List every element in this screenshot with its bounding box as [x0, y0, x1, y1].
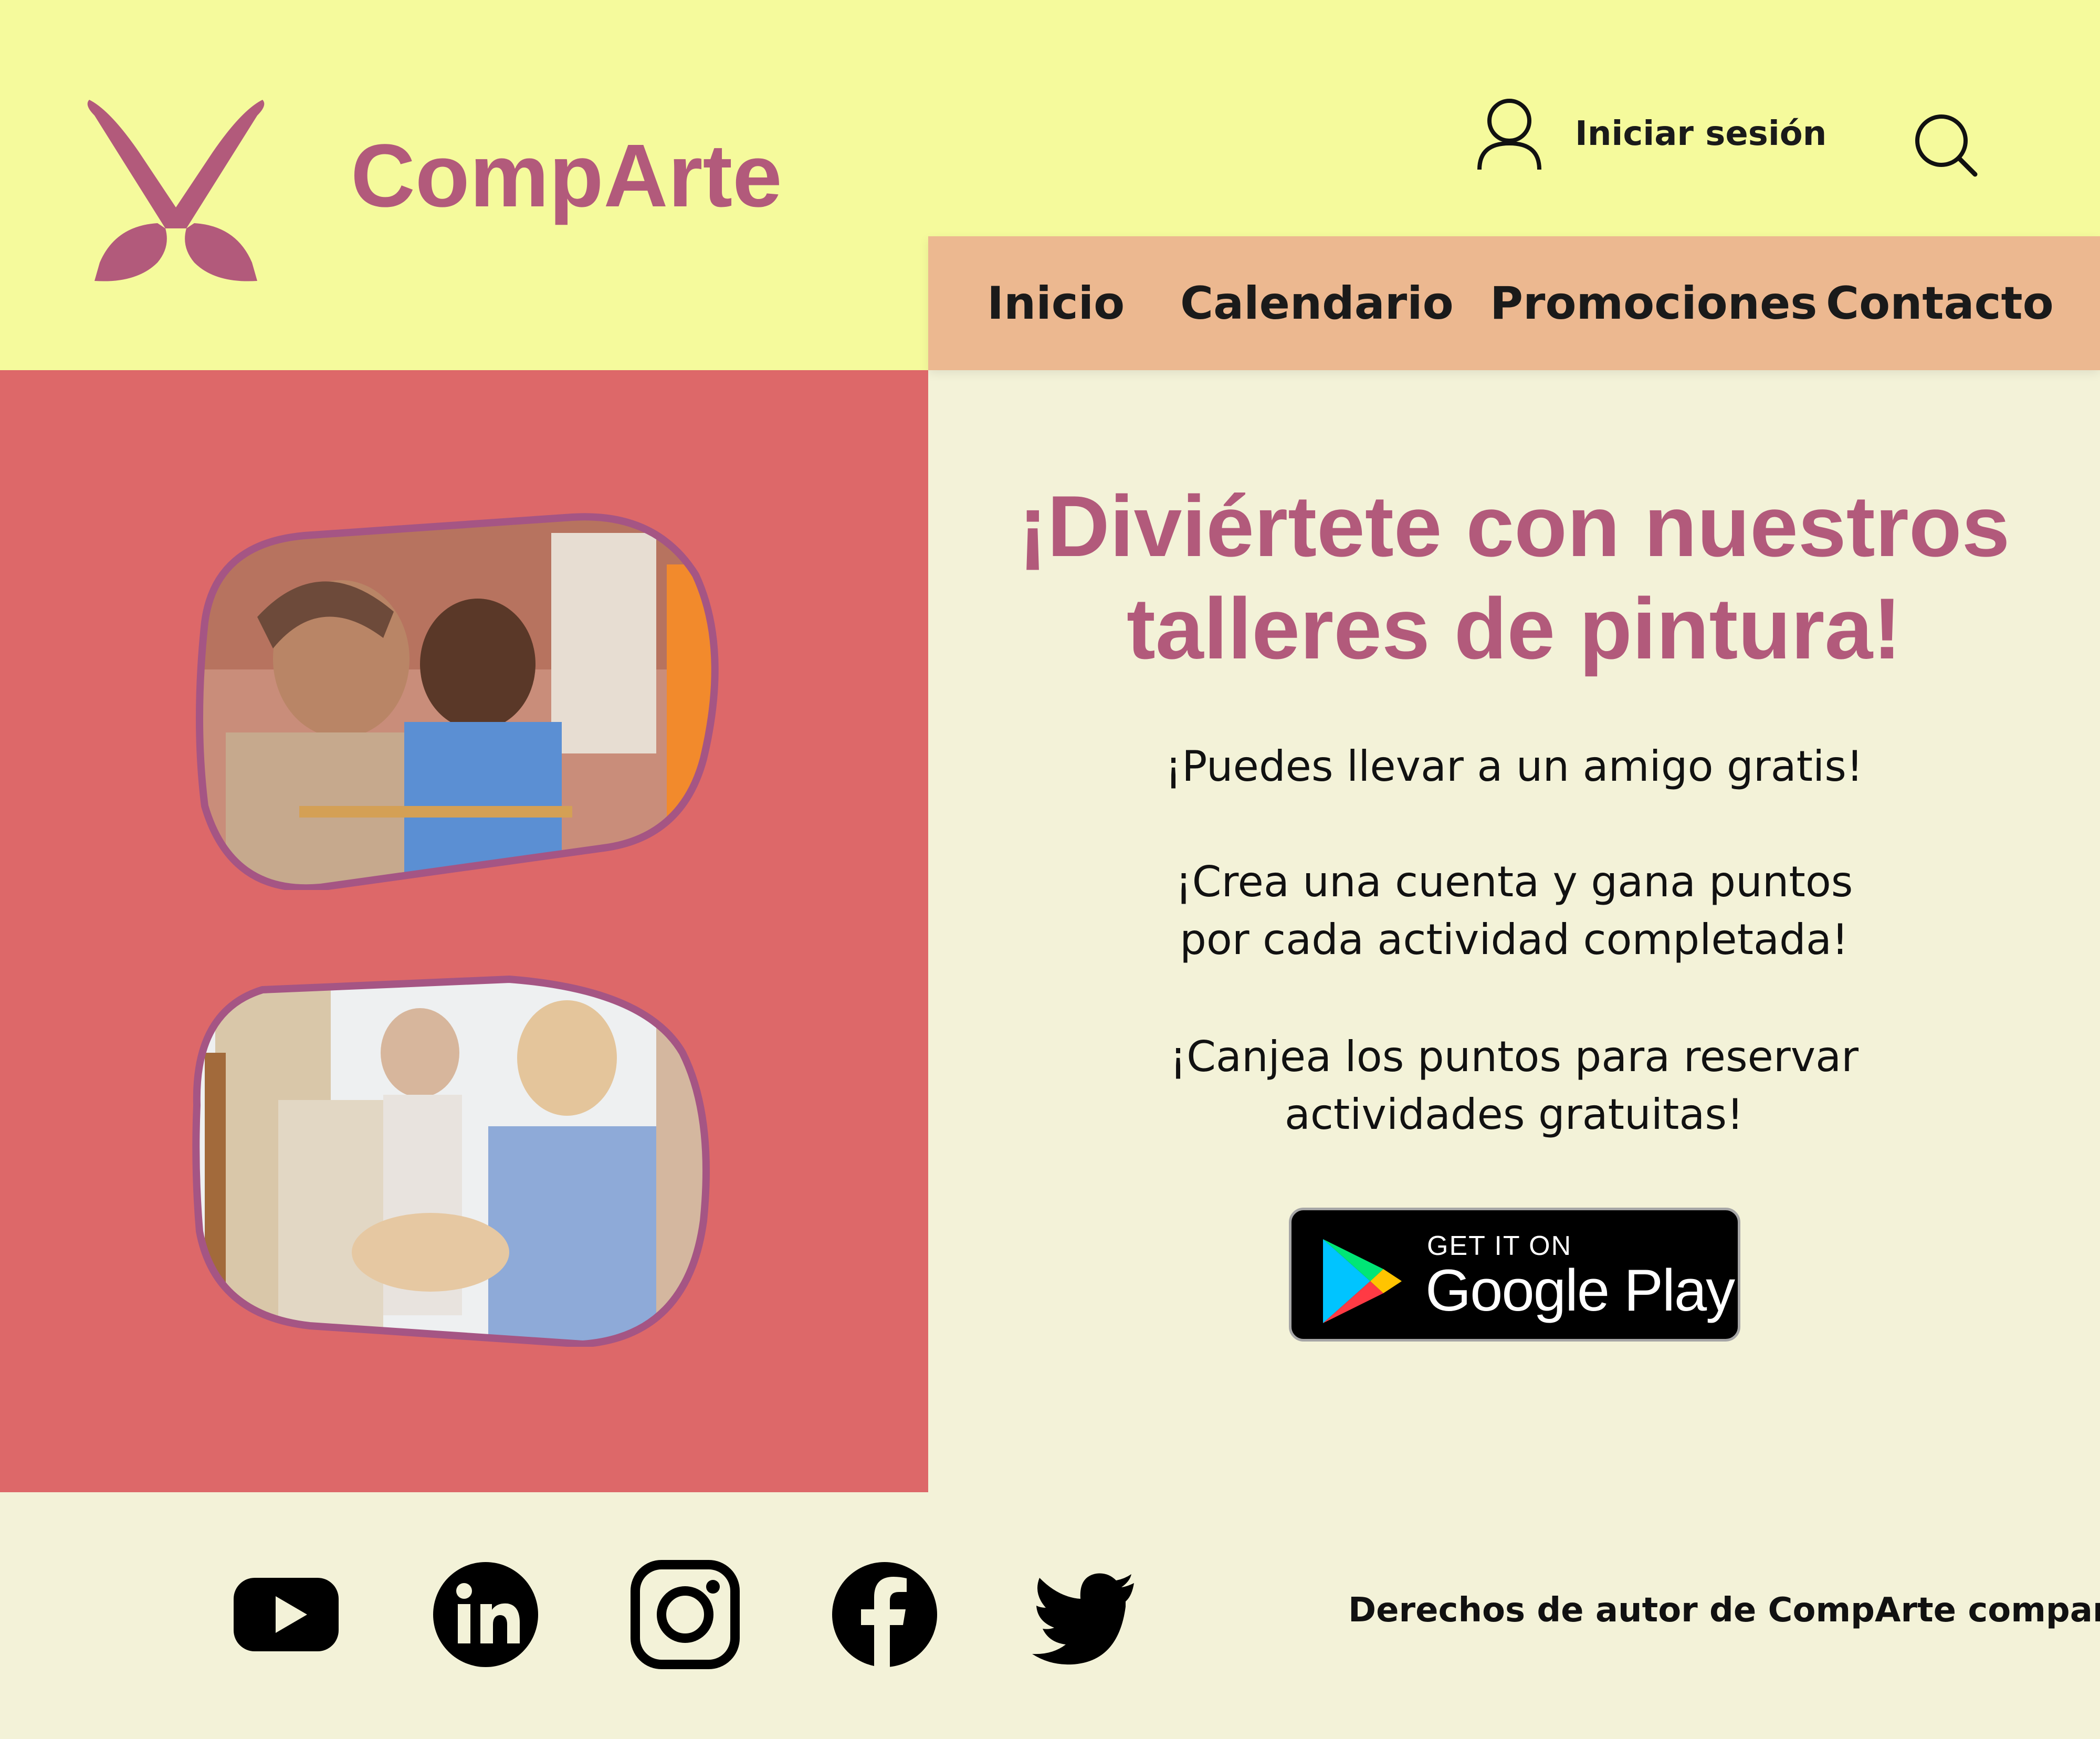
headline-line-1: ¡Diviértete con nuestros — [1018, 478, 2010, 574]
page-headline: ¡Diviértete con nuestros talleres de pin… — [928, 475, 2100, 680]
nav-item-promociones[interactable]: Promociones — [1490, 281, 1818, 326]
promo-text-1: ¡Puedes llevar a un amigo gratis! — [1165, 742, 1863, 791]
workshop-photo-1 — [196, 513, 719, 890]
brand-name[interactable]: CompArte — [351, 131, 782, 221]
login-link[interactable]: Iniciar sesión — [1475, 97, 1826, 171]
instagram-icon[interactable] — [630, 1559, 740, 1670]
nav-item-inicio[interactable]: Inicio — [987, 281, 1125, 326]
google-play-big-text: Google Play — [1425, 1258, 1735, 1323]
search-icon[interactable] — [1911, 110, 1979, 179]
nav-item-calendario[interactable]: Calendario — [1180, 281, 1454, 326]
youtube-icon[interactable] — [231, 1559, 341, 1670]
workshop-photo-2 — [192, 975, 710, 1347]
user-icon — [1477, 99, 1541, 170]
logo-brushes-icon[interactable] — [79, 95, 273, 284]
login-label: Iniciar sesión — [1575, 114, 1827, 153]
linkedin-icon[interactable] — [430, 1559, 541, 1670]
twitter-icon[interactable] — [1029, 1559, 1139, 1670]
promo-text-3: ¡Canjea los puntos para reservar activid… — [1170, 1032, 1858, 1139]
headline-line-2: talleres de pintura! — [1126, 580, 1902, 677]
facebook-icon[interactable] — [830, 1559, 940, 1670]
nav-item-contacto[interactable]: Contacto — [1826, 281, 2054, 326]
promo-text-2: ¡Crea una cuenta y gana puntos por cada … — [1175, 857, 1853, 964]
google-play-icon — [1323, 1239, 1402, 1323]
copyright-text: Derechos de autor de CompArte company — [1348, 1591, 2100, 1630]
google-play-button[interactable]: GET IT ON Google Play — [1289, 1208, 1740, 1342]
main-nav: Inicio Calendario Promociones Contacto — [928, 236, 2100, 370]
